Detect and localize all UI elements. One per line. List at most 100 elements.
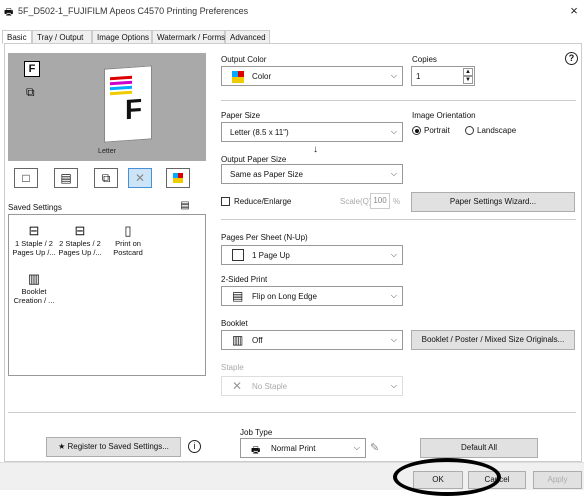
booklet-value: Off bbox=[252, 336, 263, 345]
saved-item-booklet[interactable]: ▥ Booklet Creation / ... bbox=[11, 271, 57, 305]
default-all-button[interactable]: Default All bbox=[420, 438, 538, 458]
reduce-enlarge-label: Reduce/Enlarge bbox=[234, 197, 292, 206]
apply-button[interactable]: Apply bbox=[533, 471, 582, 489]
saved-item-1-staple[interactable]: ⊟ 1 Staple / 2 Pages Up /... bbox=[11, 223, 57, 257]
staple-label: Staple bbox=[221, 363, 244, 372]
spin-down-icon[interactable]: ▼ bbox=[463, 76, 473, 84]
saved-item-postcard[interactable]: ▯ Print on Postcard bbox=[105, 223, 151, 257]
pages-per-sheet-value: 1 Page Up bbox=[252, 251, 290, 260]
booklet-poster-button[interactable]: Booklet / Poster / Mixed Size Originals.… bbox=[411, 330, 575, 350]
output-paper-size-label: Output Paper Size bbox=[221, 155, 287, 164]
copies-stepper[interactable]: 1 ▲ ▼ bbox=[411, 66, 475, 86]
tab-tray-output[interactable]: Tray / Output bbox=[32, 30, 92, 44]
flip-long-edge-icon: ▤ bbox=[232, 289, 244, 303]
blank-page-button[interactable]: □ bbox=[14, 168, 38, 188]
close-icon[interactable]: × bbox=[566, 3, 582, 18]
color-squares-icon bbox=[173, 173, 183, 183]
tab-watermark-forms[interactable]: Watermark / Forms bbox=[152, 30, 225, 44]
paper-preview: F bbox=[104, 65, 152, 143]
copies-icon: ⧉ bbox=[26, 85, 35, 99]
paper-settings-wizard-button[interactable]: Paper Settings Wizard... bbox=[411, 192, 575, 212]
preset-1-staple-icon: ⊟ bbox=[28, 223, 40, 238]
output-paper-size-value: Same as Paper Size bbox=[230, 170, 303, 179]
booklet-dropdown[interactable]: ▥ Off ⌵ bbox=[221, 330, 403, 350]
saved-item-2-staples[interactable]: ⊟ 2 Staples / 2 Pages Up /... bbox=[57, 223, 103, 257]
output-color-dropdown[interactable]: Color ⌵ bbox=[221, 66, 403, 86]
pencil-icon[interactable]: ✎ bbox=[370, 441, 379, 454]
output-paper-size-dropdown[interactable]: Same as Paper Size ⌵ bbox=[221, 164, 403, 184]
saved-item-label: Print on Postcard bbox=[113, 239, 143, 257]
duplex-icon: ▤ bbox=[60, 171, 72, 185]
tab-advanced[interactable]: Advanced bbox=[225, 30, 270, 44]
landscape-radio[interactable] bbox=[465, 126, 474, 135]
saved-item-label: 2 Staples / 2 Pages Up /... bbox=[58, 239, 102, 257]
chevron-down-icon: ⌵ bbox=[390, 291, 397, 300]
tab-basic[interactable]: Basic bbox=[2, 30, 32, 44]
two-sided-print-dropdown[interactable]: ▤ Flip on Long Edge ⌵ bbox=[221, 286, 403, 306]
copies-label: Copies bbox=[412, 55, 437, 64]
scale-label: Scale(Q) bbox=[340, 197, 372, 206]
staple-value: No Staple bbox=[252, 382, 288, 391]
output-color-value: Color bbox=[252, 72, 272, 81]
saved-settings-label: Saved Settings bbox=[8, 203, 62, 212]
staple-dropdown: ✕ No Staple ⌵ bbox=[221, 376, 403, 396]
separator bbox=[221, 100, 576, 101]
one-page-icon bbox=[232, 249, 244, 261]
image-orientation-label: Image Orientation bbox=[412, 111, 476, 120]
paper-size-dropdown[interactable]: Letter (8.5 x 11") ⌵ bbox=[221, 122, 403, 142]
register-saved-settings-button[interactable]: ★ Register to Saved Settings... bbox=[46, 437, 181, 457]
printer-icon: 🖶 bbox=[4, 7, 14, 18]
landscape-label: Landscape bbox=[477, 126, 517, 135]
duplex-button[interactable]: ▤ bbox=[54, 168, 78, 188]
color-squares-icon bbox=[232, 71, 244, 83]
no-staple-icon: ✕ bbox=[232, 379, 243, 393]
job-type-label: Job Type bbox=[240, 428, 273, 437]
info-icon[interactable]: i bbox=[188, 440, 201, 453]
star-icon: ★ bbox=[58, 442, 66, 451]
two-sided-print-label: 2-Sided Print bbox=[221, 275, 268, 284]
portrait-radio[interactable] bbox=[412, 126, 421, 135]
scale-input[interactable]: 100 bbox=[370, 193, 390, 209]
chevron-down-icon: ⌵ bbox=[390, 71, 397, 80]
copies-value: 1 bbox=[416, 72, 421, 81]
postcard-icon: ▯ bbox=[124, 223, 132, 238]
output-color-label: Output Color bbox=[221, 55, 267, 64]
help-icon[interactable]: ? bbox=[565, 52, 578, 65]
cancel-button[interactable]: Cancel bbox=[468, 471, 526, 489]
title-bar: 🖶 5F_D502-1_FUJIFILM Apeos C4570 Printin… bbox=[0, 0, 584, 24]
pages-per-sheet-label: Pages Per Sheet (N-Up) bbox=[221, 233, 308, 242]
booklet-label: Booklet bbox=[221, 319, 248, 328]
booklet-icon: ▥ bbox=[27, 271, 41, 286]
page-preview: F ⧉ F bbox=[8, 53, 206, 161]
color-button[interactable] bbox=[166, 168, 190, 188]
separator bbox=[8, 412, 576, 413]
paper-size-preview-label: Letter bbox=[98, 148, 116, 155]
saved-item-label: 1 Staple / 2 Pages Up /... bbox=[12, 239, 56, 257]
paper-size-value: Letter (8.5 x 11") bbox=[230, 128, 289, 137]
nup-button[interactable]: ⧉ bbox=[94, 168, 118, 188]
chevron-down-icon: ⌵ bbox=[390, 127, 397, 136]
tab-image-options[interactable]: Image Options bbox=[92, 30, 152, 44]
printer-icon: 🖶 bbox=[251, 445, 261, 456]
register-saved-settings-label: Register to Saved Settings... bbox=[67, 442, 169, 451]
saved-settings-menu-icon[interactable]: ▤ bbox=[178, 200, 192, 212]
f-icon: F bbox=[24, 61, 40, 77]
pages-per-sheet-dropdown[interactable]: 1 Page Up ⌵ bbox=[221, 245, 403, 265]
ok-button[interactable]: OK bbox=[413, 471, 463, 489]
separator bbox=[221, 219, 576, 220]
saved-settings-list: ⊟ 1 Staple / 2 Pages Up /... ⊟ 2 Staples… bbox=[8, 214, 206, 376]
spin-up-icon[interactable]: ▲ bbox=[463, 68, 473, 76]
chevron-down-icon: ⌵ bbox=[390, 381, 397, 390]
two-sided-print-value: Flip on Long Edge bbox=[252, 292, 317, 301]
portrait-label: Portrait bbox=[424, 126, 450, 135]
job-type-value: Normal Print bbox=[271, 444, 316, 453]
chevron-down-icon: ⌵ bbox=[353, 443, 360, 452]
blank-page-icon: □ bbox=[22, 171, 30, 185]
window-title: 5F_D502-1_FUJIFILM Apeos C4570 Printing … bbox=[18, 6, 249, 16]
job-type-dropdown[interactable]: 🖶 Normal Print ⌵ bbox=[240, 438, 366, 458]
staple-button[interactable]: ✕ bbox=[128, 168, 152, 188]
nup-icon: ⧉ bbox=[101, 171, 111, 185]
chevron-down-icon: ⌵ bbox=[390, 250, 397, 259]
reduce-enlarge-checkbox[interactable] bbox=[221, 197, 230, 206]
staple-icon: ✕ bbox=[134, 171, 146, 185]
